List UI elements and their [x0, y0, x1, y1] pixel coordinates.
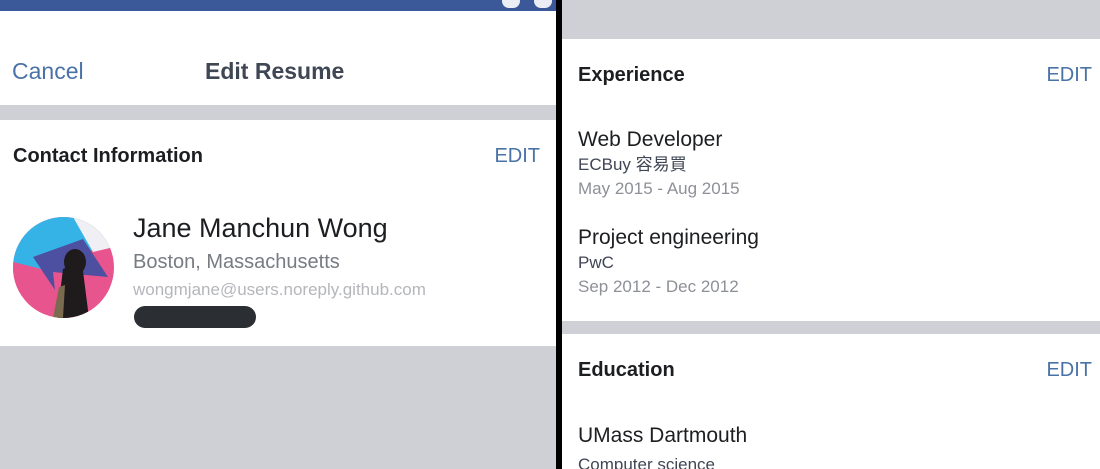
- avatar[interactable]: [13, 217, 114, 318]
- experience-item[interactable]: Web Developer ECBuy 容易買 May 2015 - Aug 2…: [578, 127, 740, 201]
- experience-card: Experience EDIT Web Developer ECBuy 容易買 …: [562, 39, 1100, 321]
- education-edit-button[interactable]: EDIT: [1046, 359, 1092, 382]
- contact-email: wongmjane@users.noreply.github.com: [133, 280, 426, 299]
- experience-dates: May 2015 - Aug 2015: [578, 179, 740, 198]
- battery-icon: [534, 0, 552, 8]
- edit-resume-screen: Cancel Edit Resume Contact Information E…: [0, 0, 556, 469]
- education-heading: Education: [578, 359, 675, 381]
- contact-location: Boston, Massachusetts: [133, 251, 340, 273]
- education-field: Computer science: [578, 455, 716, 469]
- experience-dates: Sep 2012 - Dec 2012: [578, 277, 739, 296]
- experience-company: ECBuy 容易買: [578, 155, 687, 174]
- experience-edit-button[interactable]: EDIT: [1046, 64, 1092, 87]
- experience-company: PwC: [578, 253, 614, 272]
- education-item[interactable]: UMass Dartmouth Computer science: [578, 423, 747, 469]
- experience-title: Web Developer: [578, 128, 723, 151]
- contact-edit-button[interactable]: EDIT: [494, 145, 540, 168]
- experience-title: Project engineering: [578, 226, 759, 249]
- status-icons: [502, 0, 552, 8]
- nav-bar: Cancel Edit Resume: [0, 11, 556, 105]
- resume-sections-screen: Experience EDIT Web Developer ECBuy 容易買 …: [562, 0, 1100, 469]
- redacted-phone: [134, 306, 256, 328]
- experience-heading: Experience: [578, 64, 685, 86]
- page-title: Edit Resume: [205, 58, 345, 84]
- contact-information-heading: Contact Information: [13, 145, 203, 167]
- signal-icon: [502, 0, 520, 8]
- experience-item[interactable]: Project engineering PwC Sep 2012 - Dec 2…: [578, 225, 759, 299]
- status-bar: [0, 0, 556, 11]
- cancel-button[interactable]: Cancel: [12, 58, 84, 85]
- education-school: UMass Dartmouth: [578, 424, 748, 447]
- contact-information-card: Contact Information EDIT Jane Manchun Wo…: [0, 120, 556, 346]
- contact-name: Jane Manchun Wong: [133, 213, 388, 243]
- avatar-image: [13, 217, 114, 318]
- education-card: Education EDIT UMass Dartmouth Computer …: [562, 334, 1100, 469]
